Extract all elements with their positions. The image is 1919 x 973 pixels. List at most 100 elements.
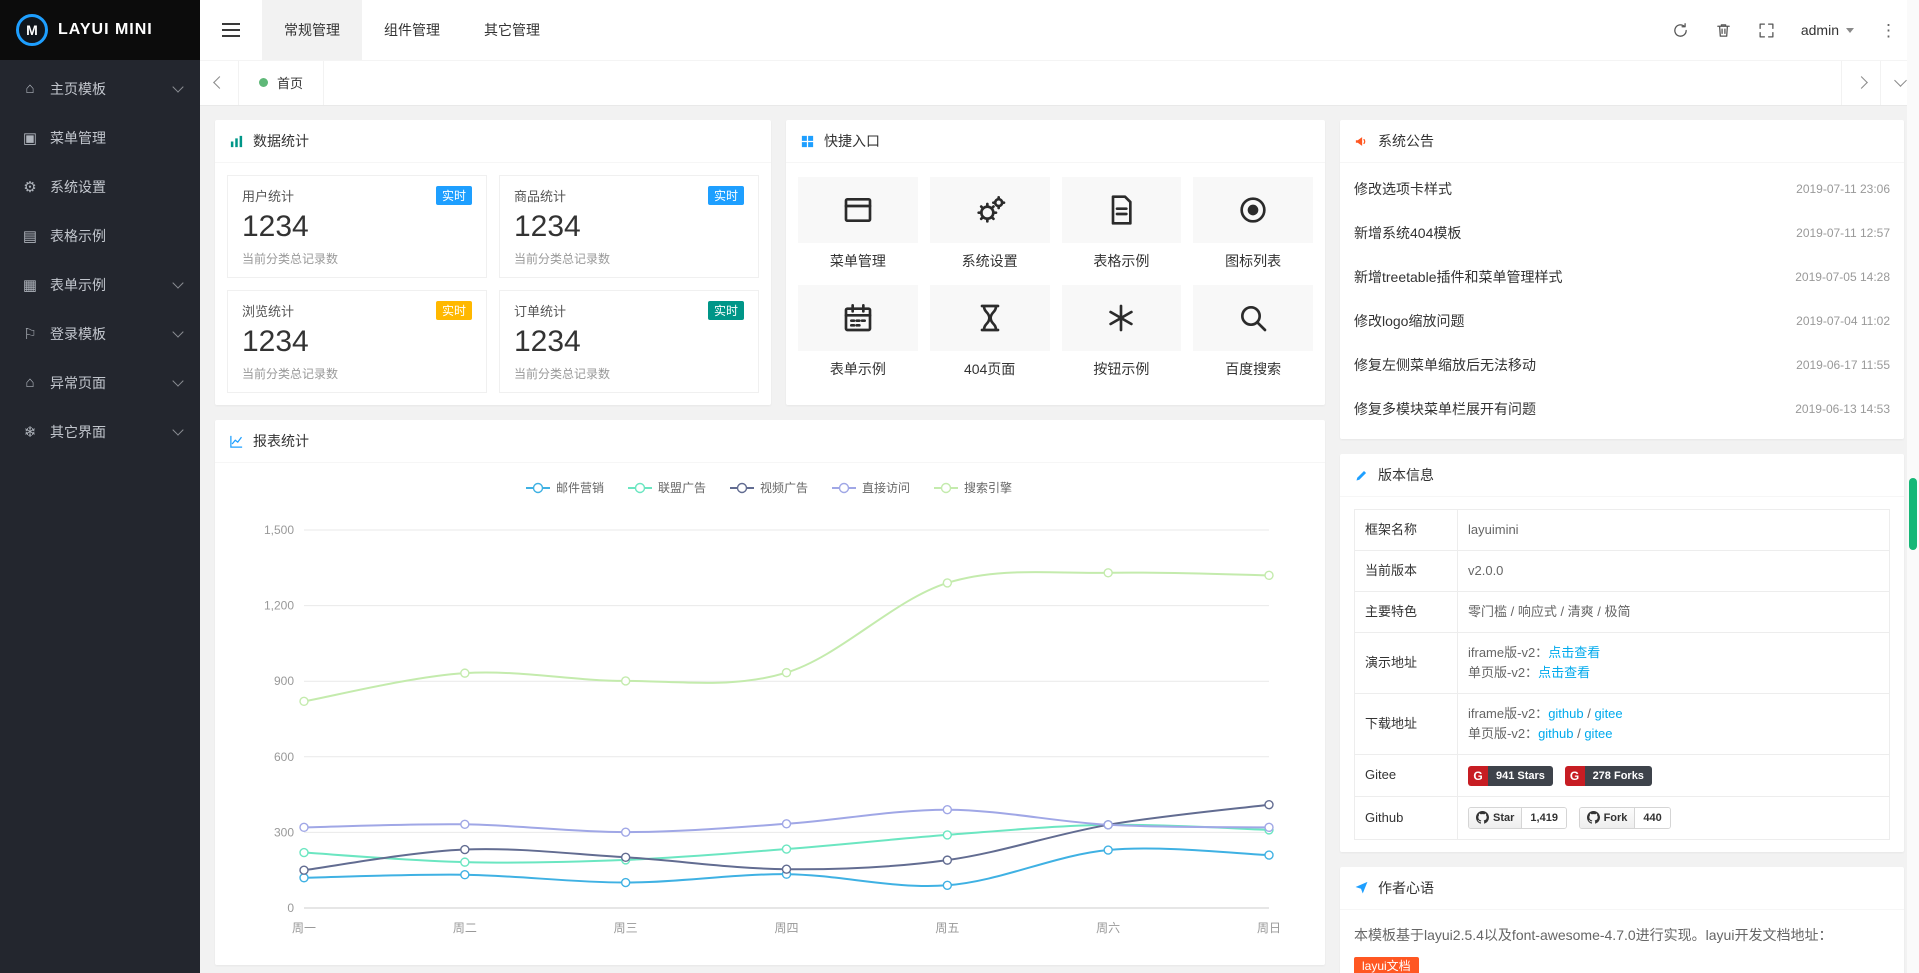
sidebar-item-other-pages[interactable]: ❄ 其它界面	[0, 407, 200, 456]
svg-text:600: 600	[274, 750, 294, 764]
paper-plane-icon	[1354, 880, 1369, 895]
sidebar-item-error-pages[interactable]: ⌂ 异常页面	[0, 358, 200, 407]
system-announcements-card: 系统公告 修改选项卡样式 2019-07-11 23:06 新增系统404模板 …	[1340, 120, 1904, 439]
chevron-down-icon	[172, 375, 183, 386]
announcement-item[interactable]: 修改选项卡样式 2019-07-11 23:06	[1354, 167, 1890, 211]
tab-scroll-right-button[interactable]	[1841, 60, 1880, 105]
quick-tile-system-settings[interactable]: 系统设置	[930, 177, 1050, 271]
announcement-list: 修改选项卡样式 2019-07-11 23:06 新增系统404模板 2019-…	[1340, 163, 1904, 439]
header-nav: 常规管理 组件管理 其它管理	[262, 0, 562, 60]
gitee-stars-badge[interactable]: G 941 Stars	[1468, 766, 1553, 786]
asterisk-icon	[1105, 302, 1137, 334]
github-fork-badge[interactable]: Fork 440	[1579, 807, 1671, 829]
announcement-item[interactable]: 修复多模块菜单栏展开有问题 2019-06-13 14:53	[1354, 387, 1890, 431]
announcement-item[interactable]: 修改logo缩放问题 2019-07-04 11:02	[1354, 299, 1890, 343]
header-tab-general[interactable]: 常规管理	[262, 0, 362, 60]
chevron-down-icon	[172, 277, 183, 288]
stat-box-products: 商品统计 实时 1234 当前分类总记录数	[499, 175, 759, 278]
stat-box-views: 浏览统计 实时 1234 当前分类总记录数	[227, 290, 487, 393]
download-github-link[interactable]: github	[1548, 706, 1583, 721]
sidebar: M LAYUI MINI ⌂ 主页模板 ▣ 菜单管理 ⚙ 系统设置 ▤ 表格示例…	[0, 0, 200, 973]
stats-grid: 用户统计 实时 1234 当前分类总记录数 商品统计 实时 1234	[215, 163, 771, 405]
table-row: 框架名称 layuimini	[1355, 510, 1890, 551]
announcement-item[interactable]: 修复左侧菜单缩放后无法移动 2019-06-17 11:55	[1354, 343, 1890, 387]
tab-home[interactable]: 首页	[239, 60, 324, 105]
sidebar-item-label: 表格示例	[50, 226, 106, 246]
search-icon	[1237, 302, 1269, 334]
svg-text:联盟广告: 联盟广告	[658, 481, 706, 495]
sidebar-item-home-templates[interactable]: ⌂ 主页模板	[0, 64, 200, 113]
header-tab-other[interactable]: 其它管理	[462, 0, 562, 60]
stat-desc: 当前分类总记录数	[242, 365, 472, 382]
demo-spa-link[interactable]: 点击查看	[1538, 665, 1590, 680]
gitee-icon: G	[1565, 766, 1585, 786]
sidebar-item-system-settings[interactable]: ⚙ 系统设置	[0, 162, 200, 211]
announcement-item[interactable]: 新增treetable插件和菜单管理样式 2019-07-05 14:28	[1354, 255, 1890, 299]
header-actions: admin ⋮	[1672, 22, 1919, 39]
gears-icon: ⚙	[18, 178, 42, 196]
version-info-card: 版本信息 框架名称 layuimini 当前版本 v2.0.0 主要特色	[1340, 454, 1904, 852]
download-github-link[interactable]: github	[1538, 726, 1573, 741]
download-gitee-link[interactable]: gitee	[1584, 726, 1612, 741]
table-row: 主要特色 零门槛 / 响应式 / 清爽 / 极简	[1355, 592, 1890, 633]
github-star-badge[interactable]: Star 1,419	[1468, 807, 1567, 829]
sidebar-item-form-example[interactable]: ▦ 表单示例	[0, 260, 200, 309]
svg-text:搜索引擎: 搜索引擎	[964, 480, 1012, 495]
scrollbar-thumb[interactable]	[1909, 478, 1917, 550]
clear-cache-icon[interactable]	[1715, 22, 1732, 39]
username: admin	[1801, 22, 1839, 38]
svg-text:900: 900	[274, 674, 294, 688]
collapse-sidebar-button[interactable]	[200, 0, 262, 60]
svg-text:0: 0	[287, 901, 294, 915]
dot-circle-icon	[1237, 194, 1269, 226]
version-table: 框架名称 layuimini 当前版本 v2.0.0 主要特色 零门槛 / 响应…	[1354, 509, 1890, 840]
card-title: 版本信息	[1378, 465, 1434, 485]
quick-entry-card: 快捷入口 菜单管理 系统设置	[786, 120, 1325, 405]
version-table-wrap: 框架名称 layuimini 当前版本 v2.0.0 主要特色 零门槛 / 响应…	[1340, 497, 1904, 852]
quick-tile-form-example[interactable]: 表单示例	[798, 285, 918, 379]
page-tabbar: 首页	[200, 60, 1919, 106]
quick-grid: 菜单管理 系统设置 表格示例	[786, 163, 1325, 393]
author-words-card: 作者心语 本模板基于layui2.5.4以及font-awesome-4.7.0…	[1340, 867, 1904, 973]
calendar-icon: ▦	[18, 276, 42, 294]
quick-tile-icon-list[interactable]: 图标列表	[1193, 177, 1313, 271]
tab-scroll-left-button[interactable]	[200, 60, 239, 105]
grid-icon	[800, 134, 815, 149]
header-tab-components[interactable]: 组件管理	[362, 0, 462, 60]
file-text-icon	[1105, 194, 1137, 226]
download-gitee-link[interactable]: gitee	[1594, 706, 1622, 721]
layui-doc-badge[interactable]: layui文档	[1354, 957, 1419, 973]
user-dropdown[interactable]: admin	[1801, 22, 1854, 38]
more-icon[interactable]: ⋮	[1880, 22, 1897, 39]
svg-text:周三: 周三	[614, 921, 638, 935]
quick-tile-404-page[interactable]: 404页面	[930, 285, 1050, 379]
fullscreen-icon[interactable]	[1758, 22, 1775, 39]
sidebar-item-login-templates[interactable]: ⚐ 登录模板	[0, 309, 200, 358]
sidebar-item-menu-management[interactable]: ▣ 菜单管理	[0, 113, 200, 162]
refresh-icon[interactable]	[1672, 22, 1689, 39]
stat-value: 1234	[514, 325, 744, 360]
quick-tile-table-example[interactable]: 表格示例	[1062, 177, 1182, 271]
stat-desc: 当前分类总记录数	[514, 250, 744, 267]
sidebar-item-label: 表单示例	[50, 275, 106, 295]
gears-icon	[974, 194, 1006, 226]
left-column: 数据统计 用户统计 实时 1234 当前分类总记录数	[215, 120, 1325, 973]
stat-box-users: 用户统计 实时 1234 当前分类总记录数	[227, 175, 487, 278]
gitee-forks-badge[interactable]: G 278 Forks	[1565, 766, 1652, 786]
card-header: 作者心语	[1340, 867, 1904, 910]
quick-tile-baidu-search[interactable]: 百度搜索	[1193, 285, 1313, 379]
gitee-icon: G	[1468, 766, 1488, 786]
demo-iframe-link[interactable]: 点击查看	[1548, 645, 1600, 660]
sidebar-item-label: 系统设置	[50, 177, 106, 197]
stat-value: 1234	[242, 325, 472, 360]
stat-value: 1234	[514, 210, 744, 245]
card-header: 快捷入口	[786, 120, 1325, 163]
quick-tile-menu-management[interactable]: 菜单管理	[798, 177, 918, 271]
stat-value: 1234	[242, 210, 472, 245]
scrollbar-track[interactable]	[1907, 0, 1919, 973]
sidebar-item-table-example[interactable]: ▤ 表格示例	[0, 211, 200, 260]
line-chart: 03006009001,2001,500周一周二周三周四周五周六周日邮件营销联盟…	[229, 468, 1309, 960]
quick-tile-button-example[interactable]: 按钮示例	[1062, 285, 1182, 379]
announcement-item[interactable]: 新增系统404模板 2019-07-11 12:57	[1354, 211, 1890, 255]
sidebar-item-label: 登录模板	[50, 324, 106, 344]
